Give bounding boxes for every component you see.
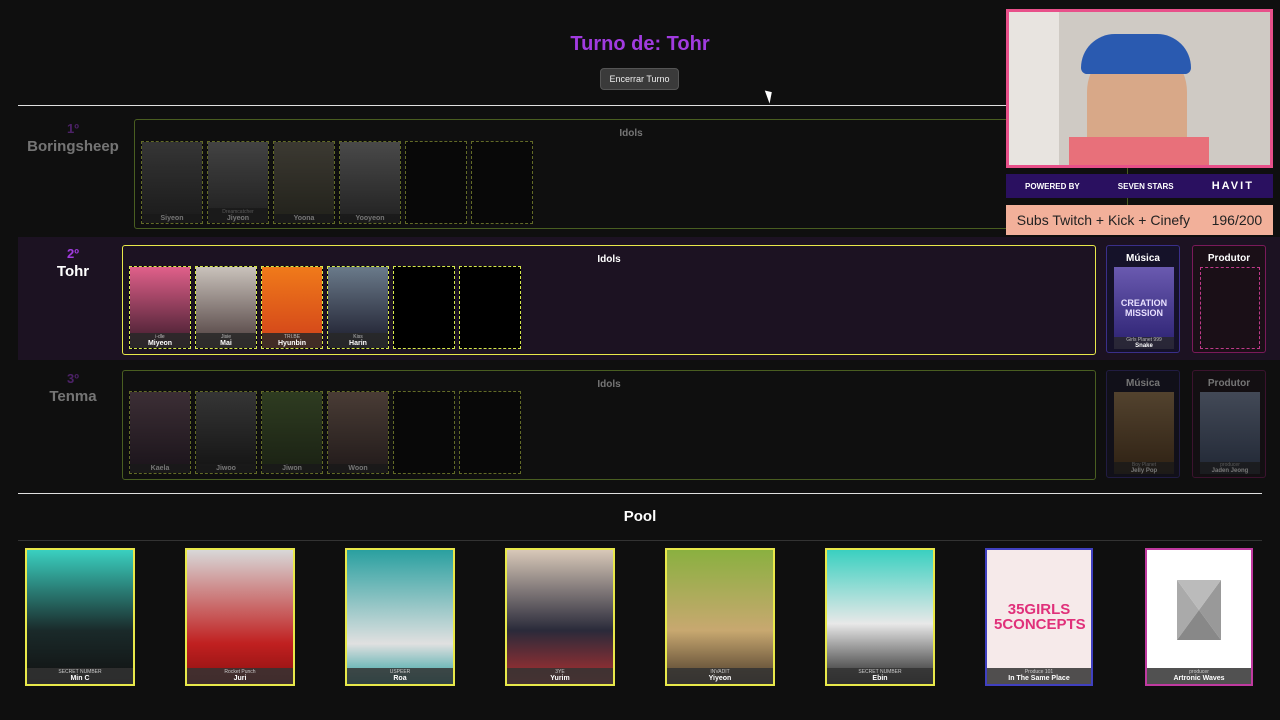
pool-card[interactable]: producer Artronic Waves <box>1145 548 1253 686</box>
sponsor-brand-1: SEVEN STARS <box>1117 181 1174 191</box>
music-art-text: CREATION MISSION <box>1120 298 1168 318</box>
music-card: Música Boy Planet Jelly Pop <box>1106 370 1180 478</box>
pool-card-name: Yurim <box>550 675 570 682</box>
idols-box: Idols Siyeon Dreamcatcher Jiyeon Yoona Yo… <box>134 119 1128 229</box>
pool-card[interactable]: SECRET NUMBER Min C <box>25 548 135 686</box>
artronic-logo-icon <box>1177 580 1221 640</box>
idol-slot[interactable]: Jisie Mai <box>195 266 257 349</box>
empty-idol-slot[interactable] <box>393 266 455 349</box>
player-rank: 2º Tohr <box>18 246 128 280</box>
pool-card[interactable]: Rocket Punch Juri <box>185 548 295 686</box>
idol-name: Siyeon <box>160 215 184 222</box>
empty-idol-slot[interactable] <box>459 266 521 349</box>
player-name: Tohr <box>56 263 90 280</box>
empty-idol-slot[interactable] <box>459 391 521 474</box>
sponsor-powered-by: POWERED BY <box>1025 181 1080 191</box>
producer-card: Produtor <box>1192 245 1266 353</box>
pool-card-art-text: 35GIRLS 5CONCEPTS <box>994 601 1086 633</box>
producer-card: Produtor producer Jaden Jeong <box>1192 370 1266 478</box>
producer-slot[interactable]: producer Jaden Jeong <box>1200 392 1260 474</box>
idol-name: Woon <box>348 465 368 472</box>
idol-slot[interactable]: Siyeon <box>141 141 203 224</box>
sponsor-brand-2: HAVIT <box>1211 180 1254 192</box>
idols-box-title: Idols <box>619 128 643 139</box>
idol-name: Jiyeon <box>226 215 250 222</box>
idol-slot[interactable]: i-dle Miyeon <box>129 266 191 349</box>
idol-name: Miyeon <box>147 340 173 347</box>
idol-name: Kaela <box>150 465 170 472</box>
pool-card-name: Juri <box>233 675 247 682</box>
player-position: 3º <box>67 371 79 386</box>
idol-name: Jiwoo <box>216 465 236 472</box>
subs-label: Subs Twitch + Kick + Cinefy <box>1016 212 1191 228</box>
draft-page: Turno de: Tohr Encerrar Turno 1º Borings… <box>0 0 1280 720</box>
idols-box-title: Idols <box>597 379 621 390</box>
empty-idol-slot[interactable] <box>405 141 467 224</box>
pool-card[interactable]: INVADIT Yiyeon <box>665 548 775 686</box>
idol-slot[interactable]: Dreamcatcher Jiyeon <box>207 141 269 224</box>
music-title: Música <box>1126 378 1160 389</box>
pool-card-name: Roa <box>393 675 407 682</box>
idols-box: Idols i-dle Miyeon Jisie Mai TRI.BE Hyunbin… <box>122 245 1096 355</box>
divider <box>18 493 1262 494</box>
pool-card-name: Yiyeon <box>708 675 732 682</box>
pool-card-name: Min C <box>70 675 90 682</box>
pool-card-name: Artronic Waves <box>1173 675 1225 682</box>
idol-name: Yoona <box>293 215 315 222</box>
player-position: 2º <box>67 246 79 261</box>
idol-name: Yooyeon <box>355 215 385 222</box>
producer-title: Produtor <box>1207 253 1251 264</box>
sponsor-bar: POWERED BY SEVEN STARS HAVIT <box>1006 174 1273 198</box>
pool-card-name: In The Same Place <box>1008 675 1070 682</box>
music-name: Snake <box>1135 343 1153 349</box>
idol-slot[interactable]: Jiwon <box>261 391 323 474</box>
idol-name: Harin <box>349 340 367 347</box>
player-rank: 3º Tenma <box>18 371 128 405</box>
idol-slot[interactable]: Woon <box>327 391 389 474</box>
player-rank: 1º Boringsheep <box>18 121 128 155</box>
idol-slot[interactable]: TRI.BE Hyunbin <box>261 266 323 349</box>
pool-divider <box>18 540 1262 541</box>
pool-card[interactable]: SECRET NUMBER Ebin <box>825 548 935 686</box>
empty-producer-slot[interactable] <box>1200 267 1260 349</box>
music-slot[interactable]: Boy Planet Jelly Pop <box>1114 392 1174 474</box>
pool-card-name: Ebin <box>872 675 888 682</box>
producer-name: Jaden Jeong <box>1211 468 1249 474</box>
player-name: Tenma <box>49 388 97 405</box>
idol-name: Jiwon <box>282 465 302 472</box>
idol-slot[interactable]: Kaela <box>129 391 191 474</box>
player-name: Boringsheep <box>27 138 119 155</box>
mouse-cursor-icon <box>764 88 776 104</box>
idol-slot[interactable]: Jiwoo <box>195 391 257 474</box>
idol-name: Mai <box>220 340 232 347</box>
player-row-tenma: 3º Tenma Idols Kaela Jiwoo Jiwon Woon Mú… <box>18 362 1280 485</box>
idols-box: Idols Kaela Jiwoo Jiwon Woon <box>122 370 1096 480</box>
player-position: 1º <box>67 121 79 136</box>
idol-slot[interactable]: Yoona <box>273 141 335 224</box>
producer-title: Produtor <box>1207 378 1251 389</box>
pool-card[interactable]: 3YE Yurim <box>505 548 615 686</box>
pool-card[interactable]: USPEER Roa <box>345 548 455 686</box>
subs-counter: Subs Twitch + Kick + Cinefy 196/200 <box>1006 205 1273 235</box>
webcam-overlay <box>1006 9 1273 168</box>
idols-box-title: Idols <box>597 254 621 265</box>
music-name: Jelly Pop <box>1130 468 1158 474</box>
end-turn-button[interactable]: Encerrar Turno <box>600 68 679 90</box>
music-title: Música <box>1126 253 1160 264</box>
player-row-tohr: 2º Tohr Idols i-dle Miyeon Jisie Mai TRI.B… <box>18 237 1280 360</box>
empty-idol-slot[interactable] <box>393 391 455 474</box>
idol-slot[interactable]: Yooyeon <box>339 141 401 224</box>
idol-slot[interactable]: Kiss Harin <box>327 266 389 349</box>
idol-name: Hyunbin <box>278 340 306 347</box>
pool-title: Pool <box>623 508 657 525</box>
music-card: Música CREATION MISSION Girls Planet 999… <box>1106 245 1180 353</box>
empty-idol-slot[interactable] <box>471 141 533 224</box>
music-slot[interactable]: CREATION MISSION Girls Planet 999 Snake <box>1114 267 1174 349</box>
subs-count: 196/200 <box>1211 212 1263 228</box>
pool-card[interactable]: 35GIRLS 5CONCEPTS Produce 101 In The Same … <box>985 548 1093 686</box>
